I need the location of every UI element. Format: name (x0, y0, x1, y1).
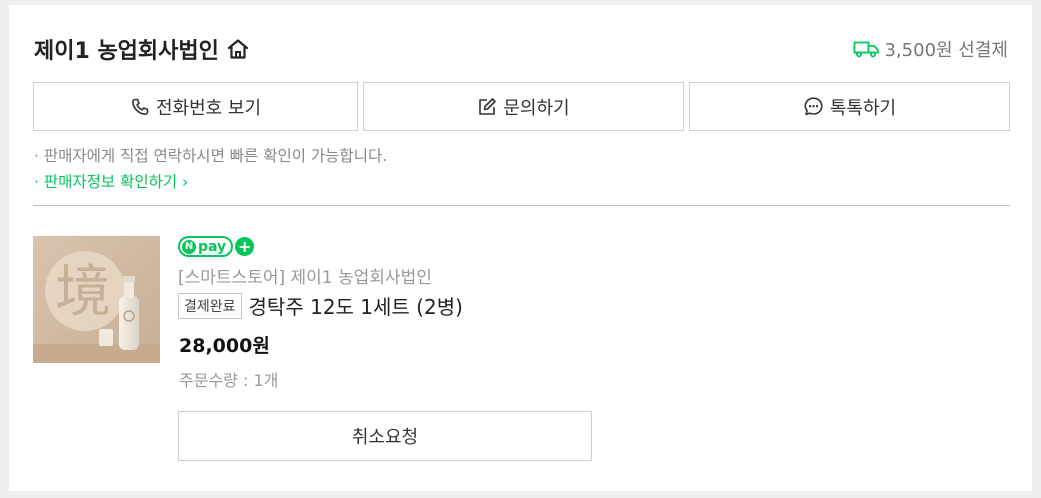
shipping-info: 3,500원 선결제 (853, 36, 1009, 62)
plus-icon: + (235, 237, 255, 256)
svg-text:境: 境 (55, 260, 111, 325)
npay-text: pay (198, 238, 227, 255)
contact-button-row: 전화번호 보기 문의하기 톡톡하기 (33, 82, 1010, 131)
seller-title[interactable]: 제이1 농업회사법인 (34, 33, 250, 65)
product-price: 28,000원 (179, 335, 270, 357)
npay-plus-badge: N pay + (178, 236, 255, 257)
divider (33, 205, 1010, 206)
phone-icon (130, 97, 150, 117)
status-badge: 결제완료 (178, 292, 242, 319)
talktalk-button-label: 톡톡하기 (829, 97, 897, 119)
shipping-fee-text: 3,500원 선결제 (884, 40, 1009, 61)
store-name[interactable]: [스마트스토어] 제이1 농업회사법인 (178, 263, 432, 288)
cancel-request-button[interactable]: 취소요청 (178, 411, 592, 461)
product-thumbnail[interactable]: 境 (33, 236, 160, 363)
npay-logo: N pay (178, 236, 234, 257)
npay-n-mark: N (182, 239, 196, 254)
home-icon[interactable] (226, 38, 250, 60)
seller-name[interactable]: 제이1 농업회사법인 (34, 33, 219, 65)
talktalk-button[interactable]: 톡톡하기 (689, 82, 1010, 131)
order-quantity: 주문수량 : 1개 (179, 371, 279, 390)
seller-info-link[interactable]: · 판매자정보 확인하기 › (34, 170, 188, 192)
inquiry-button[interactable]: 문의하기 (363, 82, 684, 131)
edit-icon (477, 97, 497, 117)
truck-icon (853, 40, 880, 58)
order-card: 제이1 농업회사법인 3,500원 선결제 전화번호 보기 문의하기 톡톡하기 … (9, 5, 1032, 491)
product-name[interactable]: 경탁주 12도 1세트 (2병) (249, 291, 463, 320)
phone-button[interactable]: 전화번호 보기 (33, 82, 358, 131)
inquiry-button-label: 문의하기 (503, 97, 570, 119)
phone-button-label: 전화번호 보기 (155, 97, 262, 119)
chat-icon (803, 96, 824, 117)
contact-note: · 판매자에게 직접 연락하시면 빠른 확인이 가능합니다. (34, 147, 388, 165)
product-line: 결제완료 경탁주 12도 1세트 (2병) (178, 291, 463, 320)
